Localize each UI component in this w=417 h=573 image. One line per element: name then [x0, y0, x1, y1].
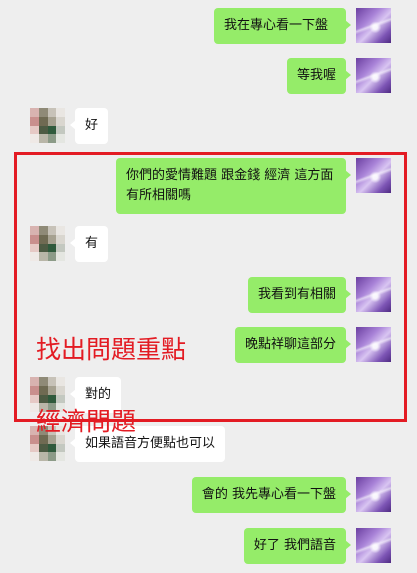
my-avatar[interactable] — [356, 8, 391, 43]
message-outgoing: 我在專心看一下盤 — [214, 8, 391, 44]
my-avatar[interactable] — [356, 477, 391, 512]
message-outgoing: 等我喔 — [286, 58, 391, 94]
message-outgoing: 會的 我先專心看一下盤 — [191, 477, 391, 513]
contact-avatar[interactable] — [30, 108, 65, 143]
message-incoming: 好 — [30, 108, 109, 144]
annotation-line-1: 找出問題重點 — [36, 335, 187, 364]
message-bubble[interactable]: 等我喔 — [286, 58, 352, 94]
message-outgoing: 好了 我們語音 — [243, 528, 391, 564]
annotation-text: 找出問題重點 經濟問題 — [36, 296, 236, 476]
message-bubble[interactable]: 好 — [69, 108, 109, 144]
annotation-line-2: 經濟問題 — [36, 407, 137, 436]
message-bubble[interactable]: 我在專心看一下盤 — [214, 8, 351, 44]
message-bubble[interactable]: 會的 我先專心看一下盤 — [191, 477, 352, 513]
my-avatar[interactable] — [356, 58, 391, 93]
message-bubble[interactable]: 好了 我們語音 — [243, 528, 352, 564]
my-avatar[interactable] — [356, 528, 391, 563]
